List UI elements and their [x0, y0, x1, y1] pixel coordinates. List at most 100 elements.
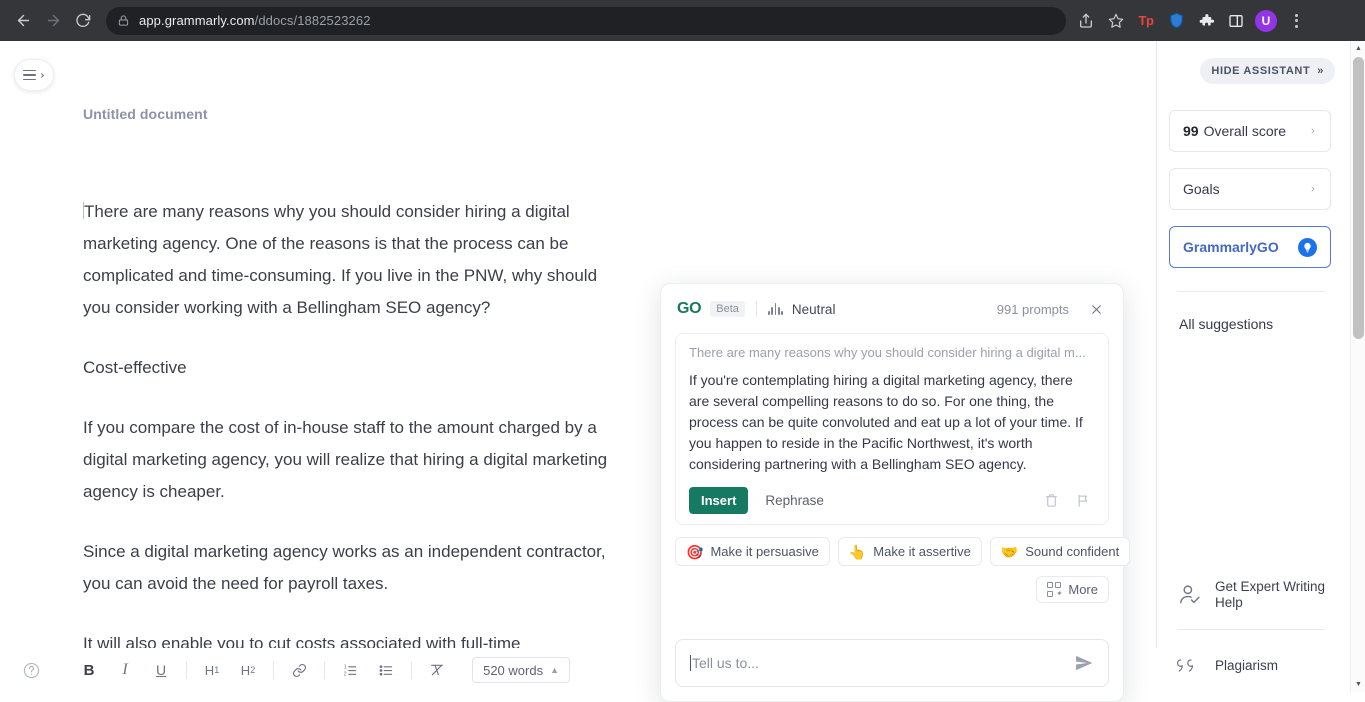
document-title[interactable]: Untitled document [83, 106, 208, 122]
flag-icon[interactable] [1071, 489, 1095, 513]
toolbar-divider [324, 661, 325, 679]
clear-format-button[interactable] [424, 656, 450, 684]
url-path: /ddocs/1882523262 [254, 13, 371, 28]
chevron-double-right-icon: » [1317, 65, 1324, 77]
italic-button[interactable]: I [112, 656, 138, 684]
h2-number: 2 [250, 665, 256, 675]
chrome-menu-icon[interactable] [1282, 7, 1310, 35]
more-row: ✦ More [675, 576, 1109, 603]
url-domain: app.grammarly.com [139, 13, 255, 28]
forward-button[interactable] [38, 6, 68, 36]
more-button[interactable]: ✦ More [1035, 576, 1109, 603]
extension-shield-icon[interactable] [1162, 7, 1190, 35]
suggestion-card: There are many reasons why you should co… [675, 333, 1109, 525]
heading-2-button[interactable]: H2 [235, 656, 261, 684]
scrollbar-thumb[interactable] [1353, 57, 1364, 339]
url-text: app.grammarly.com/ddocs/1882523262 [139, 13, 371, 28]
goals-card[interactable]: Goals [1169, 168, 1331, 210]
caret-up-icon: ▲ [550, 664, 559, 675]
goals-label: Goals [1183, 181, 1220, 197]
extensions-puzzle-icon[interactable] [1192, 7, 1220, 35]
document-menu-button[interactable] [14, 59, 54, 91]
side-panel-icon[interactable] [1222, 7, 1250, 35]
chip-make-it-persuasive[interactable]: 🎯 Make it persuasive [675, 537, 830, 566]
bullet-list-button[interactable] [373, 656, 399, 684]
document-paragraph[interactable]: There are many reasons why you should co… [83, 196, 623, 324]
prompts-count: 991 prompts [996, 301, 1069, 317]
person-check-icon [1177, 582, 1203, 608]
back-button[interactable] [8, 6, 38, 36]
underline-button[interactable]: U [148, 656, 174, 684]
grammarlygo-header: GO Beta Neutral 991 prompts [675, 296, 1109, 322]
quotation-marks-icon [1177, 656, 1203, 676]
input-cursor [690, 655, 691, 671]
all-suggestions-label[interactable]: All suggestions [1179, 316, 1273, 332]
document-body[interactable]: There are many reasons why you should co… [83, 196, 623, 660]
sidebar-divider [1177, 291, 1325, 292]
word-count-label: 520 words [483, 662, 544, 678]
header-divider [755, 301, 757, 317]
reload-button[interactable] [68, 6, 98, 36]
grid-sparkle-icon: ✦ [1046, 582, 1062, 597]
word-count-button[interactable]: 520 words ▲ [472, 657, 570, 683]
extension-tp-icon[interactable]: Tp [1132, 7, 1160, 35]
suggestion-text: If you're contemplating hiring a digital… [689, 372, 1083, 472]
document-paragraph[interactable]: Since a digital marketing agency works a… [83, 536, 623, 600]
address-bar[interactable]: app.grammarly.com/ddocs/1882523262 [106, 6, 1066, 35]
toolbar-divider [273, 661, 274, 679]
send-icon[interactable] [1074, 653, 1094, 673]
overall-score-card[interactable]: 99 Overall score [1169, 110, 1331, 152]
browser-chrome: app.grammarly.com/ddocs/1882523262 Tp U [0, 0, 1365, 41]
chip-sound-confident[interactable]: 🤝 Sound confident [989, 537, 1131, 566]
plagiarism-item[interactable]: Plagiarism [1177, 656, 1327, 676]
numbered-list-button[interactable]: 12 [337, 656, 363, 684]
chevron-right-icon [1309, 125, 1317, 137]
prompt-placeholder: Tell us to... [692, 655, 759, 671]
trash-icon[interactable] [1039, 489, 1063, 513]
svg-text:1: 1 [344, 664, 347, 670]
grammarlygo-label: GrammarlyGO [1183, 239, 1279, 255]
scroll-down-arrow-icon[interactable]: ▼ [1351, 677, 1365, 692]
hide-assistant-button[interactable]: HIDE ASSISTANT » [1200, 58, 1335, 84]
grammarlygo-card[interactable]: GrammarlyGO [1169, 226, 1331, 268]
h2-letter: H [240, 662, 251, 678]
sidebar-divider [1177, 629, 1325, 630]
prompt-input[interactable]: Tell us to... [675, 639, 1109, 687]
chevron-right-icon [39, 71, 46, 80]
link-button[interactable] [286, 656, 312, 684]
pointing-up-icon: 👆 [848, 543, 867, 560]
tone-label[interactable]: Neutral [792, 302, 836, 317]
avatar-initial: U [1255, 9, 1277, 32]
chip-label: Make it assertive [873, 544, 971, 559]
chip-make-it-assertive[interactable]: 👆 Make it assertive [837, 537, 982, 566]
h1-number: 1 [214, 665, 220, 675]
scroll-up-arrow-icon[interactable]: ▲ [1351, 41, 1365, 56]
handshake-icon: 🤝 [1000, 543, 1019, 560]
chip-label: Make it persuasive [710, 544, 819, 559]
document-paragraph[interactable]: Cost-effective [83, 352, 623, 384]
go-logo: GO [677, 300, 702, 317]
rephrase-button[interactable]: Rephrase [765, 493, 824, 508]
assistant-sidebar: HIDE ASSISTANT » 99 Overall score Goals … [1157, 41, 1365, 692]
insert-button[interactable]: Insert [689, 487, 749, 514]
document-paragraph[interactable]: If you compare the cost of in-house staf… [83, 412, 623, 508]
lightbulb-icon [1298, 237, 1317, 257]
page-scrollbar[interactable]: ▲ ▼ [1350, 41, 1365, 692]
beta-badge: Beta [710, 301, 745, 317]
close-icon[interactable] [1085, 298, 1107, 320]
share-icon[interactable] [1072, 7, 1100, 35]
dart-icon: 🎯 [686, 543, 704, 560]
bold-button[interactable]: B [76, 656, 102, 684]
grammarlygo-panel: GO Beta Neutral 991 prompts There are ma… [660, 283, 1131, 702]
suggestion-chips: 🎯 Make it persuasive 👆 Make it assertive… [675, 537, 1131, 566]
prompt-input-wrapper: Tell us to... [675, 603, 1109, 687]
get-expert-writing-help[interactable]: Get Expert Writing Help [1177, 579, 1327, 611]
chrome-actions: Tp U [1072, 7, 1310, 35]
expert-help-label: Get Expert Writing Help [1215, 579, 1326, 610]
suggestion-actions: Insert Rephrase [689, 487, 1095, 514]
waveform-icon[interactable] [767, 303, 783, 315]
bookmark-star-icon[interactable] [1102, 7, 1130, 35]
profile-avatar[interactable]: U [1252, 7, 1280, 35]
help-icon[interactable] [17, 656, 45, 684]
heading-1-button[interactable]: H1 [199, 656, 225, 684]
